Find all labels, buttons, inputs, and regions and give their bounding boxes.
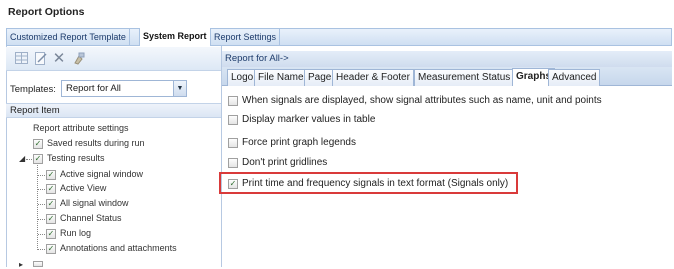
report-item-header: Report Item (6, 103, 221, 118)
tree-connector (26, 159, 32, 160)
checkbox-partial (33, 261, 43, 267)
tab-report-settings[interactable]: Report Settings (211, 29, 281, 46)
tree-collapse-icon[interactable]: ◢ (19, 154, 25, 163)
tab-system-report[interactable]: System Report (139, 28, 211, 47)
tree-item-report-attribute-settings[interactable]: Report attribute settings (33, 123, 129, 133)
checkbox-gridlines[interactable] (228, 158, 238, 168)
checkbox-testing-results[interactable]: ✓ (33, 154, 43, 164)
tree-connector (38, 204, 45, 205)
checkbox-annotations[interactable]: ✓ (46, 244, 56, 254)
label-marker-values: Display marker values in table (242, 114, 376, 125)
checkbox-saved-results[interactable]: ✓ (33, 139, 43, 149)
grid-icon[interactable] (14, 52, 28, 66)
tree-connector (38, 234, 45, 235)
tree-connector (38, 219, 45, 220)
tab-advanced[interactable]: Advanced (548, 69, 601, 86)
tab-logo[interactable]: Logo (227, 69, 258, 86)
paint-icon[interactable] (72, 52, 86, 66)
settings-tab-bar: Logo File Name Page Header & Footer Meas… (222, 67, 672, 86)
label-signal-attributes: When signals are displayed, show signal … (242, 95, 602, 106)
tree-connector (38, 249, 45, 250)
right-panel-header: Report for All-> (222, 51, 672, 67)
tree-item-channel-status[interactable]: Channel Status (60, 213, 122, 223)
checkbox-marker-values[interactable] (228, 115, 238, 125)
tree-item-annotations[interactable]: Annotations and attachments (60, 243, 177, 253)
tree-connector (38, 189, 45, 190)
tab-page[interactable]: Page (304, 69, 336, 86)
checkbox-active-view[interactable]: ✓ (46, 184, 56, 194)
document-edit-icon[interactable] (34, 52, 48, 66)
templates-label: Templates: (10, 84, 56, 95)
tree-item-saved-results[interactable]: Saved results during run (47, 138, 145, 148)
label-gridlines: Don't print gridlines (242, 157, 328, 168)
checkbox-graph-legends[interactable] (228, 138, 238, 148)
top-tab-bar: Customized Report Template System Report… (6, 28, 672, 47)
tab-file-name[interactable]: File Name (254, 69, 308, 86)
templates-selected-value: Report for All (66, 83, 121, 94)
chevron-down-icon[interactable]: ▼ (173, 81, 186, 96)
tree-item-active-signal-window[interactable]: Active signal window (60, 169, 143, 179)
checkbox-run-log[interactable]: ✓ (46, 229, 56, 239)
template-toolbar: ✕ (6, 47, 221, 71)
checkbox-active-signal-window[interactable]: ✓ (46, 170, 56, 180)
tree-item-all-signal-window[interactable]: All signal window (60, 198, 129, 208)
delete-x-icon[interactable]: ✕ (52, 51, 66, 66)
tab-customized-report-template[interactable]: Customized Report Template (7, 29, 130, 46)
tree-vertical-line (37, 165, 38, 250)
templates-dropdown[interactable]: Report for All ▼ (61, 80, 187, 97)
checkbox-signal-attributes[interactable] (228, 96, 238, 106)
window-title: Report Options (8, 6, 85, 18)
label-graph-legends: Force print graph legends (242, 137, 356, 148)
tree-item-active-view[interactable]: Active View (60, 183, 106, 193)
tree-item-run-log[interactable]: Run log (60, 228, 91, 238)
tab-measurement-status[interactable]: Measurement Status (414, 69, 515, 86)
tree-connector (38, 175, 45, 176)
highlight-annotation (219, 172, 518, 194)
checkbox-all-signal-window[interactable]: ✓ (46, 199, 56, 209)
tree-item-testing-results[interactable]: Testing results (47, 153, 105, 163)
tab-header-footer[interactable]: Header & Footer (332, 69, 414, 86)
tree-partial-row: ▸ (19, 260, 24, 269)
checkbox-channel-status[interactable]: ✓ (46, 214, 56, 224)
